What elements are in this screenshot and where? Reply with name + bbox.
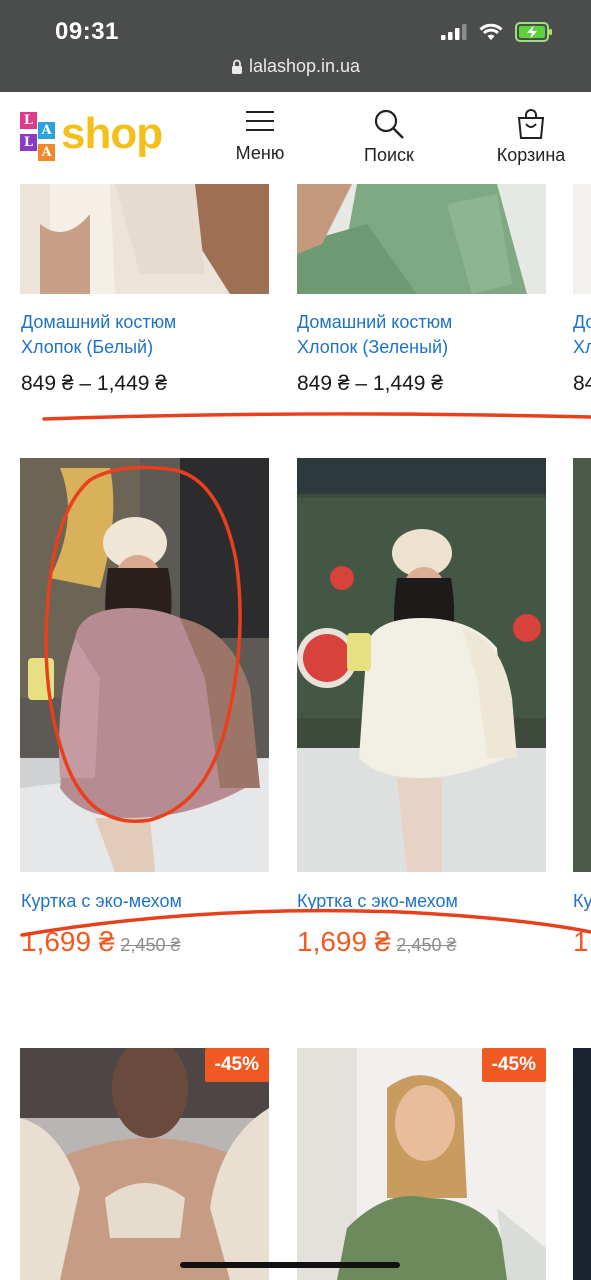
product-title[interactable]: Домашний костюм Хлопок (Белый) <box>21 310 270 360</box>
cart-button[interactable]: Корзина <box>488 108 574 166</box>
logo-letter: L <box>20 134 37 151</box>
lock-icon <box>231 59 242 74</box>
cart-label: Корзина <box>496 145 566 165</box>
shopping-bag-icon <box>517 109 545 139</box>
product-title-line: Хлопок (Зеленый) <box>297 337 449 357</box>
hamburger-icon <box>246 111 274 131</box>
signal-icon <box>441 24 467 40</box>
product-photo-shape <box>297 1048 546 1280</box>
search-label: Поиск <box>364 145 414 165</box>
wifi-icon <box>479 23 503 40</box>
status-icons <box>441 22 553 42</box>
product-photo-shape <box>20 1048 269 1280</box>
product-title-line: Домашний костюм <box>297 312 453 332</box>
status-bar: 09:31 lalashop.in.ua <box>0 0 591 92</box>
address-bar[interactable]: lalashop.in.ua <box>0 56 591 77</box>
product-image[interactable]: -45% <box>297 1048 546 1280</box>
product-title-line: Домашний костюм <box>21 312 177 332</box>
product-title[interactable]: Куртка с эко-мехом <box>21 889 270 914</box>
product-price: 1,699 ₴ 2,450 ₴ <box>297 926 456 958</box>
product-image[interactable] <box>297 458 546 872</box>
url-text: lalashop.in.ua <box>248 56 361 76</box>
search-icon <box>374 109 404 139</box>
logo-letter: L <box>20 112 37 129</box>
product-title[interactable]: Ку <box>573 889 591 914</box>
product-price: 1,699 ₴ 2,450 ₴ <box>21 926 180 958</box>
product-photo-shape <box>297 184 546 294</box>
product-image[interactable] <box>573 458 591 872</box>
search-button[interactable]: Поиск <box>356 108 422 166</box>
logo-word: shop <box>61 109 163 158</box>
product-image[interactable] <box>20 458 269 872</box>
product-title[interactable]: До Хл <box>573 310 591 360</box>
product-price: 84 <box>573 372 591 395</box>
menu-button[interactable]: Меню <box>228 108 292 164</box>
clock: 09:31 <box>55 18 119 45</box>
product-photo-shape <box>20 184 269 294</box>
product-photo-shape <box>297 458 546 872</box>
menu-label: Меню <box>235 143 285 163</box>
sale-price: 1,699 ₴ <box>21 926 115 957</box>
product-title-line: Хл <box>573 337 591 357</box>
product-image[interactable] <box>573 1048 591 1280</box>
product-photo-shape <box>20 458 269 872</box>
sale-price: 1, <box>573 926 591 957</box>
sale-price: 1,699 ₴ <box>297 926 391 957</box>
product-title-line: Хлопок (Белый) <box>21 337 154 357</box>
product-title[interactable]: Куртка с эко-мехом <box>297 889 546 914</box>
product-title[interactable]: Домашний костюм Хлопок (Зеленый) <box>297 310 546 360</box>
site-header: L A L A shop Меню Поиск Корзина <box>0 92 591 184</box>
product-image[interactable] <box>20 184 269 294</box>
product-price: 849 ₴ – 1,449 ₴ <box>297 372 443 395</box>
logo-letter: A <box>38 122 55 139</box>
old-price: 2,450 ₴ <box>396 935 457 955</box>
site-logo[interactable]: L A L A shop <box>20 109 165 162</box>
product-price: 1, <box>573 926 591 958</box>
product-image[interactable] <box>297 184 546 294</box>
home-indicator[interactable] <box>180 1262 400 1268</box>
product-image[interactable] <box>573 184 591 294</box>
product-price: 849 ₴ – 1,449 ₴ <box>21 372 167 395</box>
discount-badge: -45% <box>204 1048 269 1082</box>
logo-letter: A <box>38 144 55 161</box>
discount-badge: -45% <box>481 1048 546 1082</box>
annotation-underline <box>42 412 591 421</box>
product-image[interactable]: -45% <box>20 1048 269 1280</box>
battery-charging-icon <box>515 22 552 42</box>
old-price: 2,450 ₴ <box>120 935 181 955</box>
product-title-line: До <box>573 312 591 332</box>
